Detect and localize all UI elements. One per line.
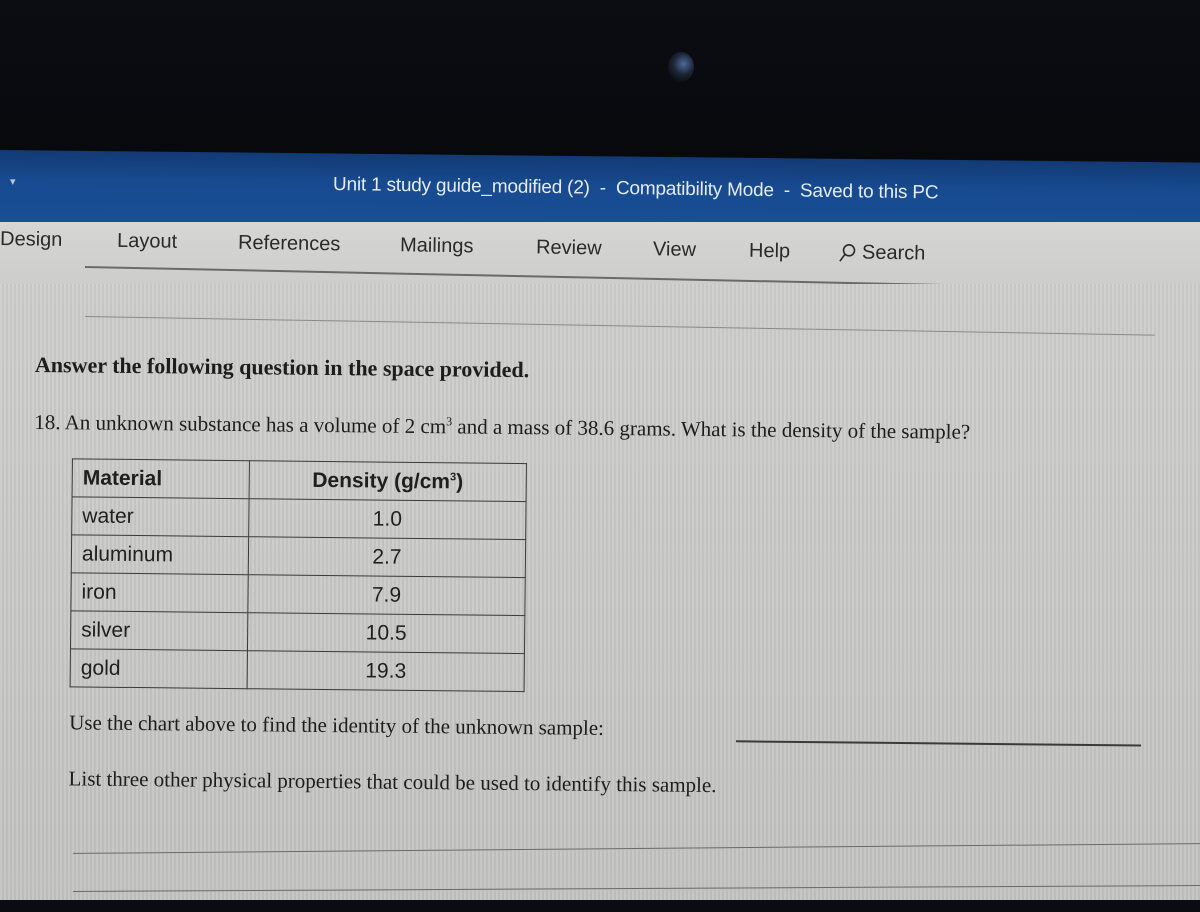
question-18: 18. An unknown substance has a volume of… (34, 410, 970, 445)
document-body: Answer the following question in the spa… (0, 0, 1200, 912)
cell-material: water (72, 497, 249, 537)
cell-material: iron (71, 573, 248, 613)
density-table: Material Density (g/cm3) water 1.0 alumi… (70, 458, 527, 692)
header-density-close: ) (456, 470, 463, 493)
question-text-after: and a mass of 38.6 grams. What is the de… (452, 414, 970, 443)
table-row: silver 10.5 (70, 611, 524, 654)
identify-prompt: Use the chart above to find the identity… (69, 710, 604, 741)
table-row: gold 19.3 (70, 649, 524, 692)
header-material: Material (72, 459, 249, 499)
identity-answer-line[interactable] (736, 740, 1141, 746)
cell-density: 10.5 (247, 613, 524, 654)
properties-prompt: List three other physical properties tha… (68, 766, 716, 798)
cell-density: 7.9 (248, 575, 525, 616)
instruction-heading: Answer the following question in the spa… (35, 352, 529, 383)
cell-density: 19.3 (247, 651, 524, 692)
cell-material: aluminum (71, 535, 248, 575)
header-density-text: Density (g/cm (312, 468, 450, 492)
cell-density: 1.0 (249, 499, 526, 540)
question-number: 18. (34, 410, 60, 434)
cell-material: gold (70, 649, 247, 689)
table-row: water 1.0 (72, 497, 526, 540)
table-row: aluminum 2.7 (71, 535, 525, 578)
table-row: iron 7.9 (71, 573, 525, 616)
cell-density: 2.7 (248, 537, 525, 578)
table-header-row: Material Density (g/cm3) (72, 459, 526, 502)
header-density: Density (g/cm3) (249, 461, 526, 502)
question-text-before: An unknown substance has a volume of 2 c… (65, 410, 447, 438)
cell-material: silver (70, 611, 247, 651)
